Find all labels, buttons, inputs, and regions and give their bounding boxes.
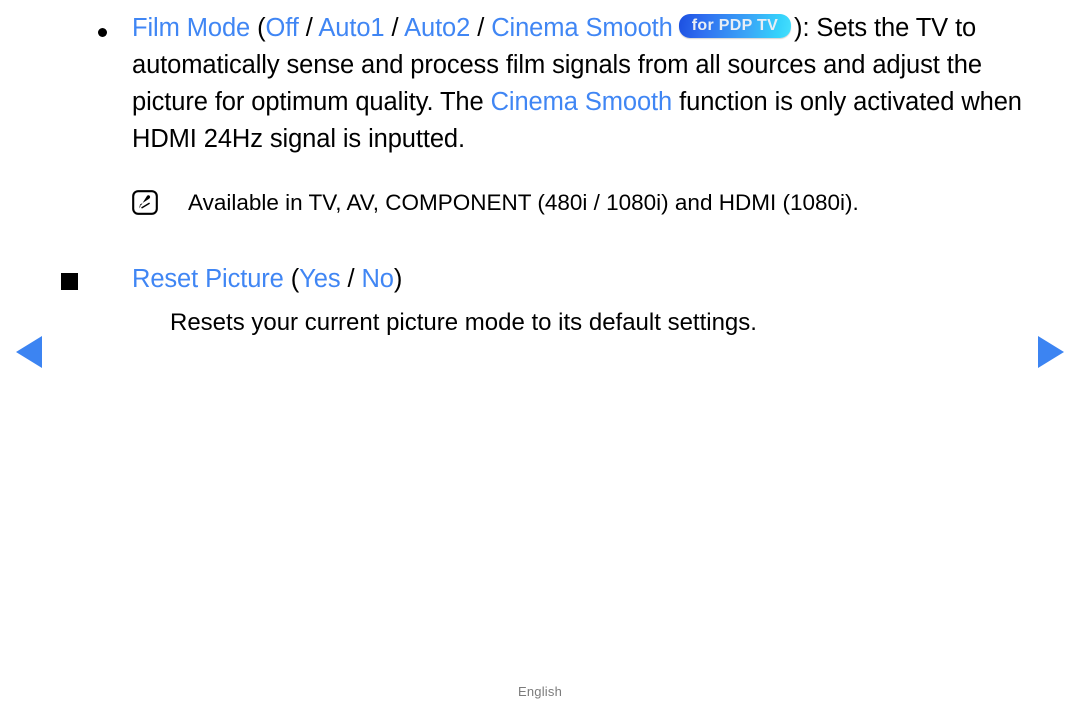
previous-page-arrow-icon[interactable] [14,334,44,370]
next-page-arrow-icon[interactable] [1036,334,1066,370]
film-mode-title: Film Mode [132,14,251,42]
note-line: Available in TV, AV, COMPONENT (480i / 1… [56,188,1036,218]
reset-picture-section: Reset Picture (Yes / No) Resets your cur… [56,262,1036,339]
separator-2: / [391,14,399,42]
film-mode-section: Film Mode (Off / Auto1 / Auto2 / Cinema … [56,10,1036,158]
pdp-tv-badge: for PDP TV [678,14,792,39]
reset-picture-description: Resets your current picture mode to its … [170,309,757,336]
option-yes[interactable]: Yes [299,265,340,293]
reset-picture-heading: Reset Picture (Yes / No) [132,262,1036,296]
option-auto1[interactable]: Auto1 [318,14,384,42]
content-area: Film Mode (Off / Auto1 / Auto2 / Cinema … [56,10,1036,339]
film-mode-paragraph: Film Mode (Off / Auto1 / Auto2 / Cinema … [132,10,1036,158]
option-no[interactable]: No [361,265,394,293]
reset-paren-open: ( [290,265,300,293]
reset-paren-close: ) [393,265,403,293]
note-text: Available in TV, AV, COMPONENT (480i / 1… [188,190,859,215]
bullet-square-icon [61,273,78,290]
note-pen-icon [132,190,158,215]
separator-3: / [477,14,485,42]
reset-picture-title: Reset Picture [132,265,284,293]
cinema-smooth-reference: Cinema Smooth [490,88,673,116]
reset-separator: / [347,265,355,293]
separator-1: / [305,14,313,42]
paren-open: ( [257,14,266,42]
manual-page: Film Mode (Off / Auto1 / Auto2 / Cinema … [0,0,1080,705]
footer-language-label: English [517,684,563,699]
option-auto2[interactable]: Auto2 [404,14,470,42]
bullet-dot-icon [98,28,107,37]
option-off[interactable]: Off [266,14,299,42]
option-cinema-smooth[interactable]: Cinema Smooth [491,14,673,42]
